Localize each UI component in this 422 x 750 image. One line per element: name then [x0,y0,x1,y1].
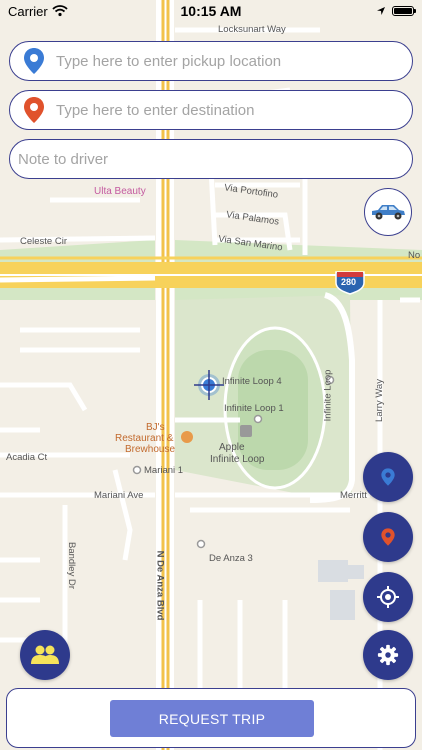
pickup-location-pin-icon [24,48,44,74]
map-label-infinite-loop-4: Infinite Loop 4 [222,376,282,387]
group-icon [31,645,59,664]
map-label-celeste-cir: Celeste Cir [20,236,67,247]
carrier-label: Carrier [8,3,48,19]
status-right [376,6,416,16]
vehicle-type-button[interactable] [364,188,412,236]
map-label-ulta-beauty: Ulta Beauty [94,186,146,197]
map-label-bjs: BJ's [146,422,165,433]
map-label-infinite-loop-1: Infinite Loop 1 [224,403,284,414]
location-arrow-icon [377,7,385,15]
pickup-pin-button[interactable] [363,452,413,502]
map-label-acadia-ct: Acadia Ct [6,452,48,463]
wifi-icon [52,5,68,17]
map-label-locksunart: Locksunart Way [218,24,286,35]
map-label-mariani-ave: Mariani Ave [94,490,144,501]
map-label-mariani-1: Mariani 1 [144,465,184,476]
highway-shield-280: 280 [341,277,357,287]
car-icon [372,205,405,220]
map-label-larry-way: Larry Way [373,379,385,422]
battery-icon [392,6,416,16]
map-label-bjs-restaurant: Restaurant & [115,433,174,444]
destination-location-pin-icon [381,528,395,546]
map-label-bandley-dr: Bandley Dr [66,542,77,589]
status-bar: Carrier 10:15 AM [0,0,422,22]
pickup-field[interactable] [9,41,413,81]
pickup-location-pin-icon [381,468,395,486]
destination-field[interactable] [9,90,413,130]
map-label-merritt: Merritt [340,490,367,501]
status-left: Carrier [8,4,68,19]
map-label-de-anza-3: De Anza 3 [209,553,253,564]
map-label-apple: Apple [219,442,245,453]
destination-input[interactable] [54,90,412,130]
destination-location-pin-icon [24,97,44,123]
locate-me-button[interactable] [363,572,413,622]
map-label-no: No [408,250,421,261]
map-label-apple-infinite-loop: Infinite Loop [210,454,265,465]
map-label-infinite-loop-road: Infinite Loop [322,369,334,422]
pickup-input[interactable] [54,41,412,81]
bottom-panel: REQUEST TRIP [6,688,416,748]
crosshair-icon [377,586,399,608]
map-label-bjs-brewhouse: Brewhouse [125,444,176,455]
gear-icon [377,644,399,666]
request-trip-button[interactable]: REQUEST TRIP [110,700,314,737]
settings-button[interactable] [363,630,413,680]
map-label-n-de-anza-blvd: N De Anza Blvd [154,550,166,621]
note-to-driver-input[interactable] [10,139,412,179]
destination-pin-button[interactable] [363,512,413,562]
note-field[interactable] [9,139,413,179]
group-button[interactable] [20,630,70,680]
